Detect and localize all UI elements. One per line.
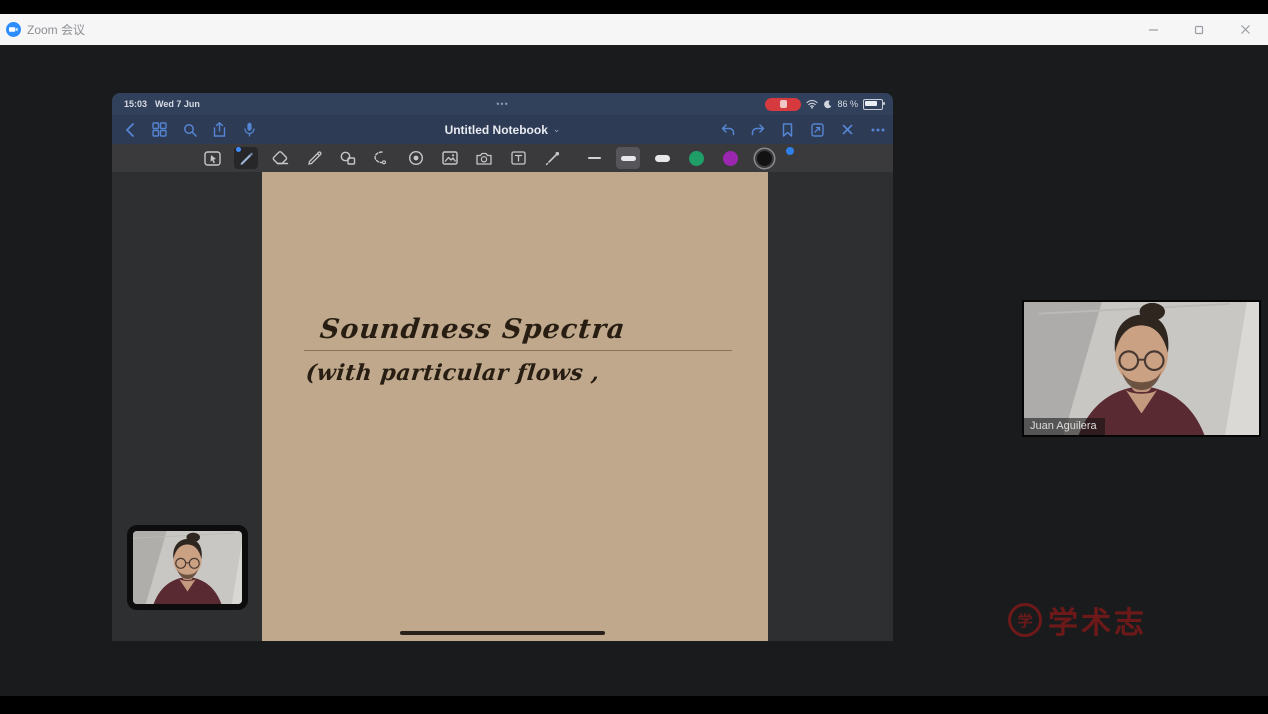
stroke-thick-button[interactable] bbox=[650, 147, 674, 169]
notebook-page[interactable]: Soundness Spectra (with particular flows… bbox=[262, 172, 768, 641]
handwritten-body: (with particular flows , bbox=[305, 360, 601, 386]
window-controls bbox=[1130, 14, 1268, 45]
close-annotation-icon[interactable] bbox=[839, 121, 856, 138]
underline-stroke bbox=[304, 350, 732, 351]
dnd-moon-icon bbox=[823, 100, 832, 109]
self-view-person bbox=[133, 531, 242, 604]
more-icon[interactable] bbox=[869, 121, 886, 138]
titlebar-left: Zoom 会议 bbox=[0, 21, 85, 38]
watermark-logo-icon: 学 bbox=[1008, 603, 1042, 637]
undo-icon[interactable] bbox=[719, 121, 736, 138]
pointer-mode-icon[interactable] bbox=[200, 147, 224, 169]
eraser-tool-icon[interactable] bbox=[268, 147, 292, 169]
redo-icon[interactable] bbox=[749, 121, 766, 138]
lasso-tool-icon[interactable] bbox=[370, 147, 394, 169]
watermark: 学 学术志 bbox=[1008, 598, 1147, 642]
pen-color-purple[interactable] bbox=[718, 147, 742, 169]
maximize-button[interactable] bbox=[1176, 14, 1222, 45]
pencil-tool-icon[interactable] bbox=[302, 147, 326, 169]
participant-name-label: Juan Aguilera bbox=[1024, 418, 1105, 435]
self-view-video[interactable] bbox=[127, 525, 248, 610]
participant-person bbox=[1024, 302, 1259, 435]
bookmark-icon[interactable] bbox=[779, 121, 796, 138]
stroke-medium-button[interactable] bbox=[616, 147, 640, 169]
letterbox-bottom bbox=[0, 696, 1268, 714]
close-button[interactable] bbox=[1222, 14, 1268, 45]
tool-strip bbox=[200, 144, 794, 172]
drawing-toolbar bbox=[112, 144, 893, 172]
custom-color-dot-icon[interactable] bbox=[786, 147, 794, 155]
ipad-status-bar: 15:03 Wed 7 Jun ••• 86 % bbox=[112, 93, 893, 115]
window-titlebar: Zoom 会议 bbox=[0, 14, 1268, 45]
handwritten-title: Soundness Spectra bbox=[318, 314, 627, 345]
image-tool-icon[interactable] bbox=[438, 147, 462, 169]
laser-tool-icon[interactable] bbox=[540, 147, 564, 169]
screen: Zoom 会议 15:03 Wed 7 Jun ••• bbox=[0, 0, 1268, 714]
notebook-toolbar: Untitled Notebook ⌄ bbox=[112, 115, 893, 144]
pen-color-green[interactable] bbox=[684, 147, 708, 169]
notebook-title-text: Untitled Notebook bbox=[445, 123, 548, 137]
wifi-icon bbox=[806, 99, 818, 109]
navbar-right-group bbox=[719, 115, 886, 144]
watermark-text: 学术志 bbox=[1048, 598, 1147, 642]
pen-color-black[interactable] bbox=[752, 147, 776, 169]
shapes-tool-icon[interactable] bbox=[336, 147, 360, 169]
recording-indicator-icon[interactable] bbox=[765, 98, 801, 111]
export-icon[interactable] bbox=[809, 121, 826, 138]
battery-icon bbox=[863, 99, 883, 110]
battery-percent: 86 % bbox=[837, 99, 858, 109]
participant-video[interactable]: Juan Aguilera bbox=[1022, 300, 1261, 437]
letterbox-top bbox=[0, 0, 1268, 14]
minimize-button[interactable] bbox=[1130, 14, 1176, 45]
meeting-background: 15:03 Wed 7 Jun ••• 86 % bbox=[0, 45, 1268, 696]
status-right: 86 % bbox=[765, 98, 883, 111]
stamp-tool-icon[interactable] bbox=[404, 147, 428, 169]
chevron-down-icon: ⌄ bbox=[553, 124, 561, 135]
text-tool-icon[interactable] bbox=[506, 147, 530, 169]
window-title: Zoom 会议 bbox=[27, 21, 85, 38]
zoom-logo-icon bbox=[6, 22, 21, 37]
camera-tool-icon[interactable] bbox=[472, 147, 496, 169]
home-indicator bbox=[400, 631, 605, 635]
stroke-thin-button[interactable] bbox=[582, 147, 606, 169]
pen-tool-icon[interactable] bbox=[234, 147, 258, 169]
